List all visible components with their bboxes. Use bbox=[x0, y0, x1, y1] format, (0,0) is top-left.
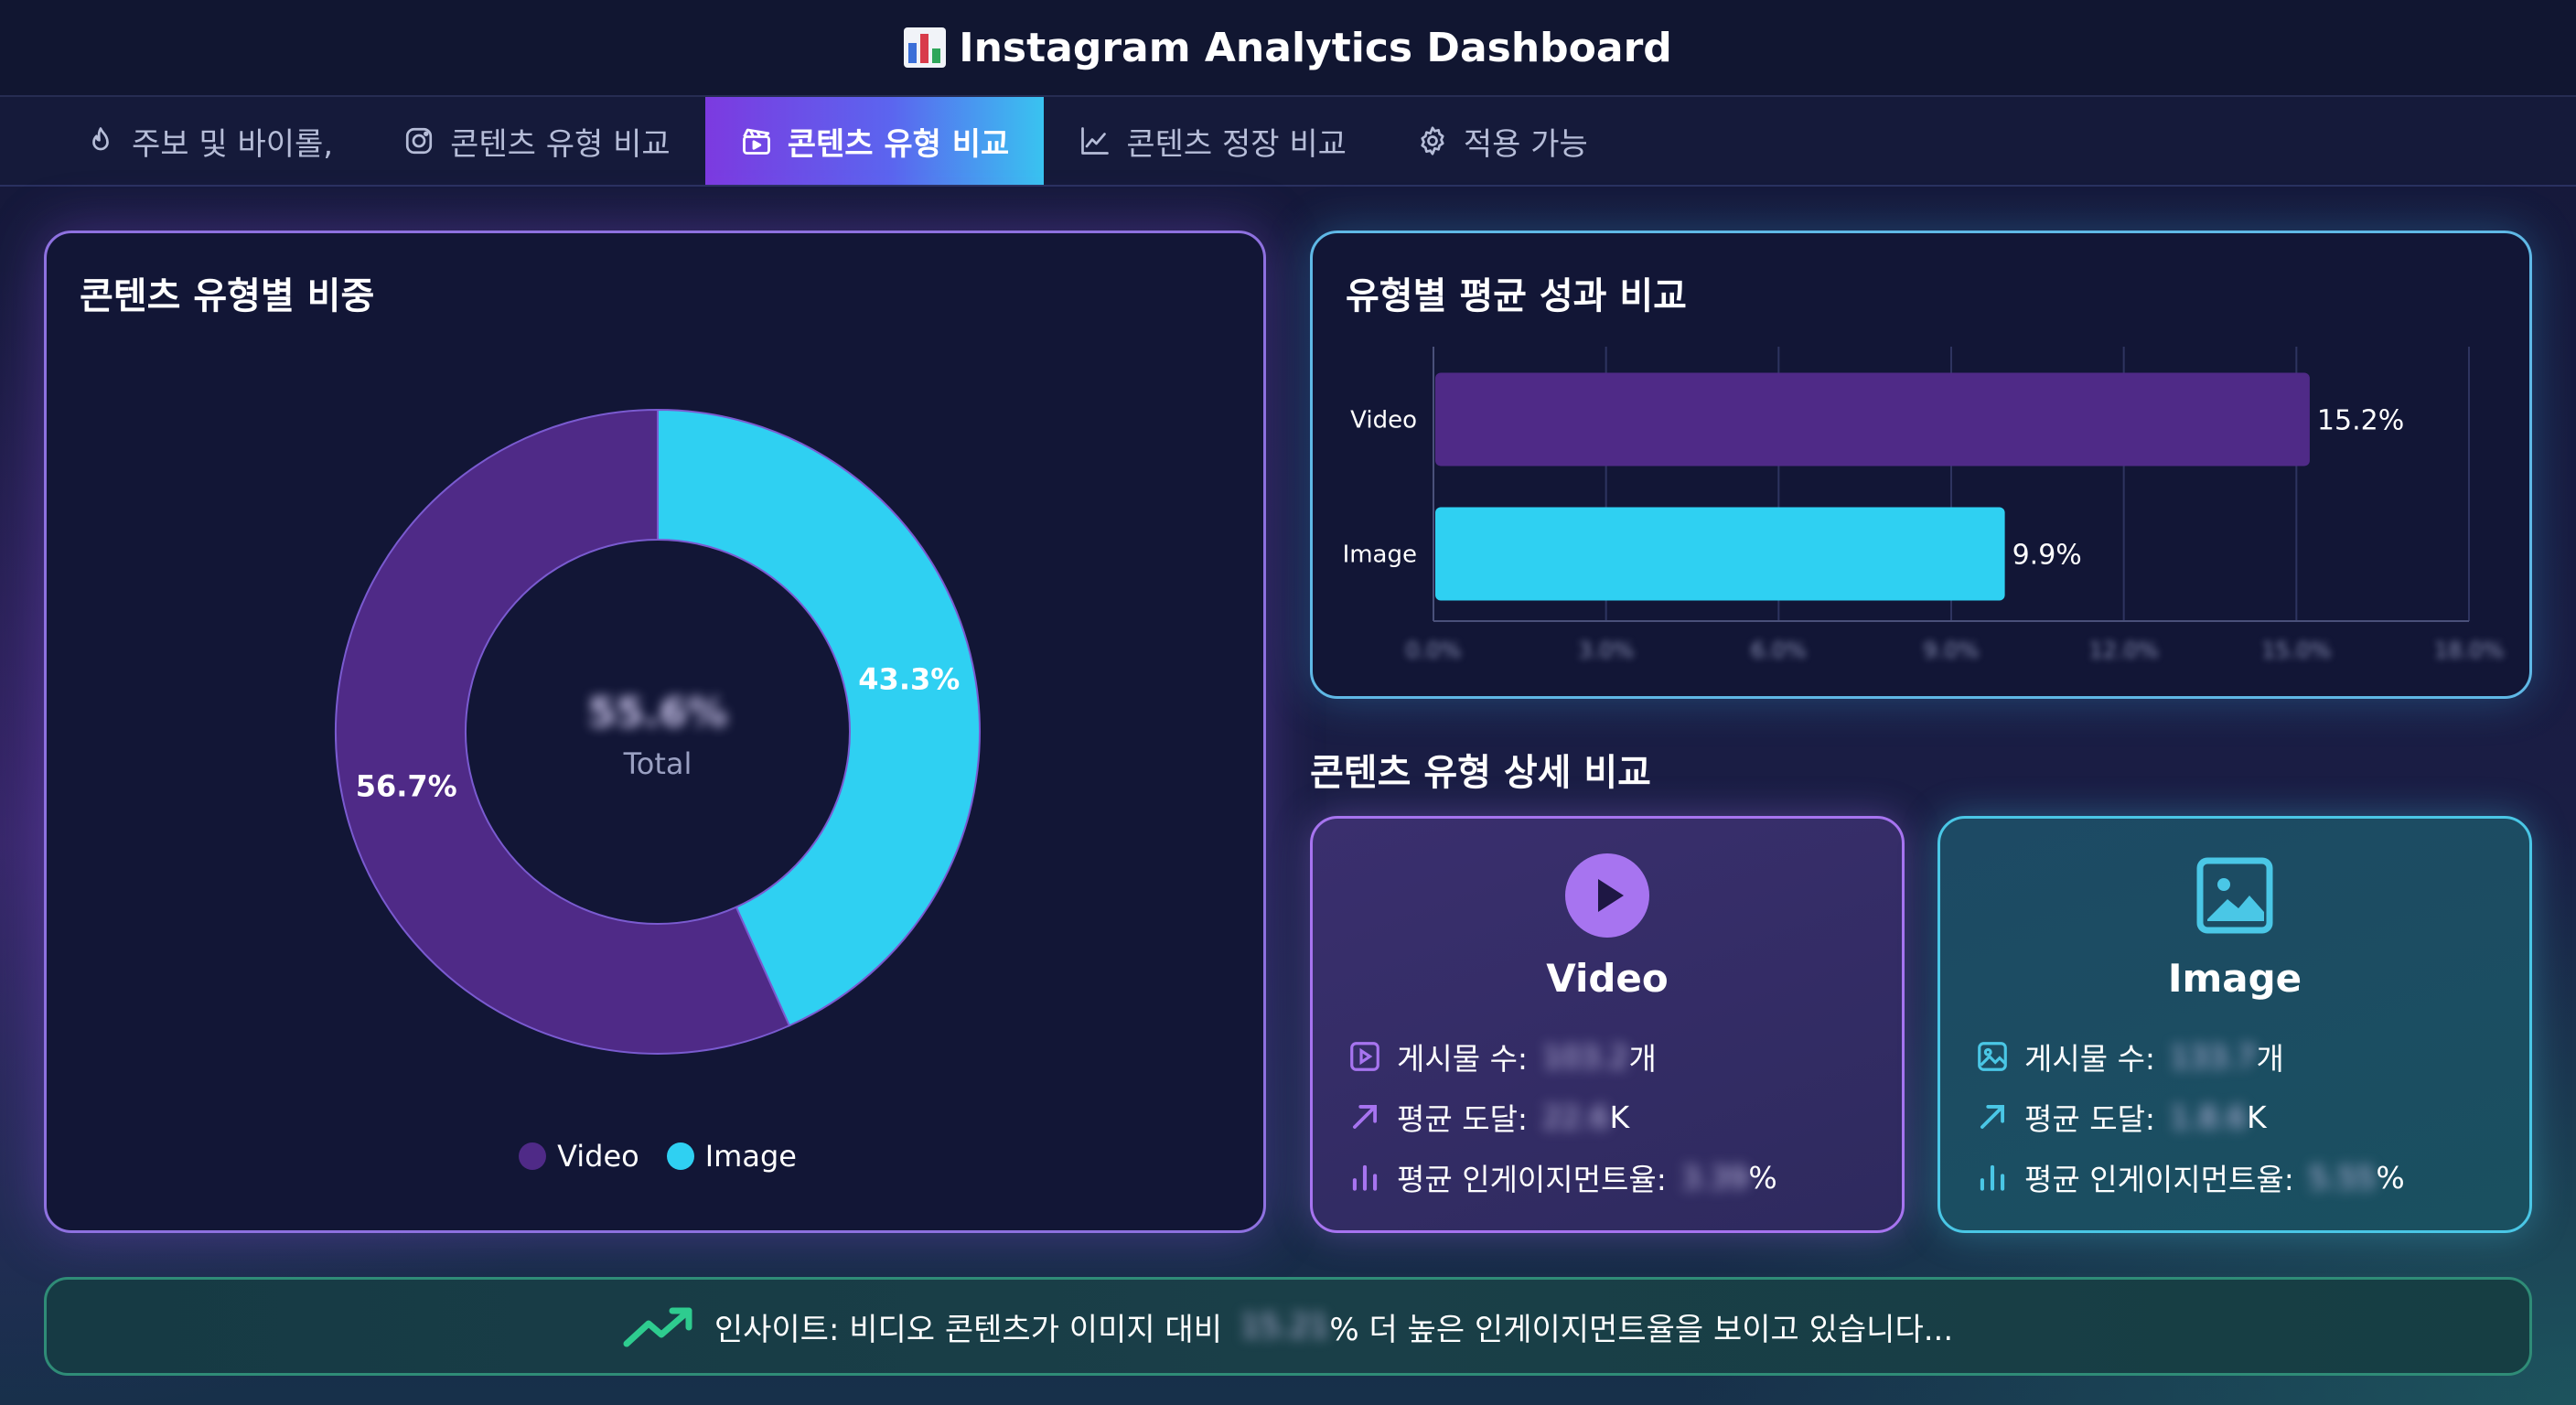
stat-value: 1.8.6 bbox=[2170, 1099, 2248, 1135]
trending-up-icon bbox=[623, 1307, 692, 1347]
stat-label: 게시물 수: bbox=[1397, 1041, 1529, 1077]
instagram-icon bbox=[406, 127, 433, 155]
video-reach-stat: 평균 도달: 22.6 K bbox=[1347, 1095, 1629, 1139]
insight-value: 15.21 bbox=[1240, 1308, 1330, 1345]
line-chart-icon bbox=[1081, 127, 1110, 155]
stat-value: 103.2 bbox=[1542, 1038, 1629, 1075]
tab-growth[interactable]: 콘텐츠 정장 비교 bbox=[1044, 97, 1381, 185]
video-card-title: Video bbox=[1546, 956, 1669, 1001]
legend-label: Image bbox=[704, 1139, 797, 1174]
donut-card: 콘텐츠 유형별 비중 43.3% 56.7% 55.6% Total Video Im… bbox=[44, 231, 1266, 1233]
donut-legend: Video Image bbox=[47, 1139, 1269, 1174]
y-tick-label: Image bbox=[1343, 542, 1417, 569]
donut-chart: 43.3% 56.7% 55.6% Total bbox=[335, 408, 981, 1055]
stat-value: 133.7 bbox=[2170, 1038, 2257, 1075]
bar-chart-icon bbox=[904, 27, 947, 68]
donut-center-value: 55.6% bbox=[588, 690, 728, 736]
stat-label: 평균 도달: bbox=[2024, 1101, 2156, 1137]
bar-value-label: 9.9% bbox=[2012, 540, 2082, 572]
image-detail-card: Image 게시물 수: 133.7 개 평균 도달: 1.8.6 K 평균 인게이… bbox=[1937, 816, 2532, 1233]
insight-prefix: 인사이트: 비디오 콘텐츠가 이미지 대비 bbox=[714, 1311, 1222, 1348]
legend-swatch-image bbox=[666, 1142, 694, 1170]
x-tick-label: 0.0% bbox=[1406, 638, 1462, 663]
tab-settings[interactable]: 적용 가능 bbox=[1381, 97, 1623, 185]
x-tick-label: 3.0% bbox=[1578, 638, 1634, 663]
bar-image bbox=[1435, 507, 2005, 601]
video-engagement-stat: 평균 인게이지먼트율: 3.39% bbox=[1347, 1155, 1777, 1199]
donut-center-label: Total bbox=[623, 746, 692, 781]
y-tick-label: Video bbox=[1350, 407, 1417, 434]
stat-label: 게시물 수: bbox=[2024, 1041, 2156, 1077]
gear-icon bbox=[1421, 126, 1444, 156]
stat-unit: K bbox=[2247, 1099, 2267, 1135]
bar-chart-icon bbox=[1980, 1164, 2005, 1191]
bar-chart-icon bbox=[1352, 1164, 1378, 1191]
x-tick-label: 9.0% bbox=[1924, 638, 1980, 663]
bar-chart: 0.0% 3.0% 6.0% 9.0% 12.0% 15.0% 18.0% Video 15.2… bbox=[1343, 347, 2504, 663]
image-posts-stat: 게시물 수: 133.7 개 bbox=[1975, 1035, 2284, 1078]
stat-label: 평균 인게이지먼트율: bbox=[2024, 1162, 2294, 1197]
video-file-icon bbox=[1350, 1042, 1379, 1071]
arrow-up-right-icon bbox=[1353, 1105, 1377, 1129]
image-card-title: Image bbox=[2167, 956, 2302, 1001]
clapperboard-icon bbox=[742, 128, 770, 155]
tab-content-type[interactable]: 콘텐츠 유형 비교 bbox=[368, 97, 705, 185]
bar-video bbox=[1435, 372, 2310, 467]
stat-label: 평균 인게이지먼트율: bbox=[1397, 1162, 1667, 1197]
x-tick-label: 18.0% bbox=[2434, 638, 2504, 663]
stat-unit: 개 bbox=[1628, 1041, 1657, 1077]
bar-value-label: 15.2% bbox=[2317, 405, 2404, 437]
arrow-up-right-icon bbox=[1980, 1105, 2004, 1129]
x-tick-label: 6.0% bbox=[1751, 638, 1807, 663]
donut-slice-label: 43.3% bbox=[858, 661, 960, 696]
bar-card: 유형별 평균 성과 비교 0.0% 3.0% 6.0% 9.0% 12.0% 15.0% 1… bbox=[1310, 231, 2532, 699]
stat-label: 평균 도달: bbox=[1397, 1101, 1529, 1137]
tab-label: 콘텐츠 유형 비교 bbox=[450, 125, 671, 163]
donut-slice-label: 56.7% bbox=[356, 769, 457, 804]
legend-item-image[interactable]: Image bbox=[666, 1139, 797, 1174]
tab-label: 주보 및 바이롤, bbox=[132, 125, 334, 163]
tab-label: 적용 가능 bbox=[1463, 125, 1588, 163]
stat-unit: % bbox=[2376, 1159, 2405, 1196]
tab-label: 콘텐츠 정장 비교 bbox=[1126, 125, 1347, 163]
legend-item-video[interactable]: Video bbox=[519, 1139, 639, 1174]
video-posts-stat: 게시물 수: 103.2 개 bbox=[1347, 1035, 1657, 1078]
stat-value: 5.55 bbox=[2308, 1159, 2377, 1196]
image-engagement-stat: 평균 인게이지먼트율: 5.55% bbox=[1975, 1155, 2405, 1199]
insight-banner: 인사이트: 비디오 콘텐츠가 이미지 대비 15.21 % 더 높은 인게이지먼… bbox=[44, 1277, 2532, 1376]
image-file-icon bbox=[1978, 1042, 2007, 1071]
insight-suffix: % 더 높은 인게이지먼트율을 보이고 있습니다... bbox=[1329, 1311, 1954, 1348]
video-detail-card: Video 게시물 수: 103.2 개 평균 도달: 22.6 K 평균 인게이지… bbox=[1310, 816, 1905, 1233]
stat-value: 3.39 bbox=[1680, 1159, 1749, 1196]
legend-label: Video bbox=[557, 1139, 639, 1174]
x-tick-label: 15.0% bbox=[2261, 638, 2331, 663]
page-title-text: Instagram Analytics Dashboard bbox=[959, 24, 1672, 71]
app-header: Instagram Analytics Dashboard bbox=[0, 0, 2576, 97]
tab-content-type-compare[interactable]: 콘텐츠 유형 비교 bbox=[704, 97, 1045, 185]
stat-unit: % bbox=[1748, 1159, 1777, 1196]
stat-value: 22.6 bbox=[1542, 1099, 1610, 1135]
play-icon bbox=[1565, 853, 1649, 938]
image-reach-stat: 평균 도달: 1.8.6 K bbox=[1975, 1095, 2267, 1139]
page-title: Instagram Analytics Dashboard bbox=[904, 25, 1672, 71]
flame-icon bbox=[92, 127, 109, 151]
image-icon bbox=[2196, 857, 2273, 934]
legend-swatch-video bbox=[519, 1142, 547, 1170]
stat-unit: K bbox=[1609, 1099, 1630, 1135]
x-tick-label: 12.0% bbox=[2089, 638, 2159, 663]
detail-section-title: 콘텐츠 유형 상세 비교 bbox=[1310, 752, 1651, 794]
tab-label: 콘텐츠 유형 비교 bbox=[787, 125, 1010, 163]
tab-bar: 주보 및 바이롤, 콘텐츠 유형 비교 콘텐츠 유형 비교 콘텐츠 정장 비교 … bbox=[0, 97, 2576, 187]
stat-unit: 개 bbox=[2256, 1041, 2284, 1077]
tab-trends[interactable]: 주보 및 바이롤, bbox=[49, 97, 368, 185]
